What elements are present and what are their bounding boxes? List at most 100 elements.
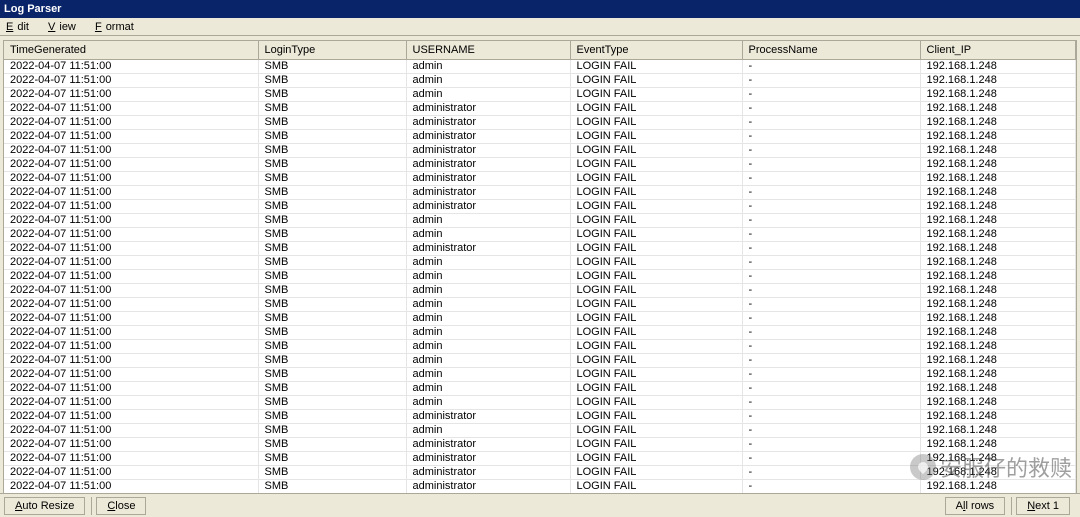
table-row[interactable]: 2022-04-07 11:51:00SMBadministratorLOGIN…: [4, 437, 1076, 451]
table-row[interactable]: 2022-04-07 11:51:00SMBadminLOGIN FAIL-19…: [4, 381, 1076, 395]
cell-ip: 192.168.1.248: [920, 465, 1076, 479]
cell-ip: 192.168.1.248: [920, 367, 1076, 381]
cell-login: SMB: [258, 339, 406, 353]
cell-ip: 192.168.1.248: [920, 101, 1076, 115]
col-header-ip[interactable]: Client_IP: [920, 41, 1076, 59]
table-row[interactable]: 2022-04-07 11:51:00SMBadminLOGIN FAIL-19…: [4, 283, 1076, 297]
table-header-row: TimeGenerated LoginType USERNAME EventTy…: [4, 41, 1076, 59]
cell-time: 2022-04-07 11:51:00: [4, 185, 258, 199]
cell-time: 2022-04-07 11:51:00: [4, 311, 258, 325]
auto-resize-button[interactable]: Auto Resize: [4, 497, 85, 515]
all-rows-button[interactable]: All rows: [945, 497, 1006, 515]
close-button[interactable]: Close: [96, 497, 146, 515]
cell-proc: -: [742, 465, 920, 479]
cell-login: SMB: [258, 409, 406, 423]
table-row[interactable]: 2022-04-07 11:51:00SMBadminLOGIN FAIL-19…: [4, 311, 1076, 325]
cell-time: 2022-04-07 11:51:00: [4, 129, 258, 143]
table-row[interactable]: 2022-04-07 11:51:00SMBadminLOGIN FAIL-19…: [4, 423, 1076, 437]
table-row[interactable]: 2022-04-07 11:51:00SMBadministratorLOGIN…: [4, 241, 1076, 255]
cell-user: administrator: [406, 171, 570, 185]
table-row[interactable]: 2022-04-07 11:51:00SMBadminLOGIN FAIL-19…: [4, 213, 1076, 227]
cell-proc: -: [742, 129, 920, 143]
cell-ip: 192.168.1.248: [920, 255, 1076, 269]
table-row[interactable]: 2022-04-07 11:51:00SMBadministratorLOGIN…: [4, 185, 1076, 199]
cell-user: admin: [406, 353, 570, 367]
table-row[interactable]: 2022-04-07 11:51:00SMBadminLOGIN FAIL-19…: [4, 395, 1076, 409]
cell-proc: -: [742, 199, 920, 213]
col-header-user[interactable]: USERNAME: [406, 41, 570, 59]
cell-login: SMB: [258, 241, 406, 255]
cell-proc: -: [742, 227, 920, 241]
cell-event: LOGIN FAIL: [570, 353, 742, 367]
menu-edit[interactable]: Edit: [2, 18, 41, 36]
table-row[interactable]: 2022-04-07 11:51:00SMBadminLOGIN FAIL-19…: [4, 353, 1076, 367]
log-table: TimeGenerated LoginType USERNAME EventTy…: [4, 41, 1076, 494]
cell-event: LOGIN FAIL: [570, 73, 742, 87]
table-row[interactable]: 2022-04-07 11:51:00SMBadminLOGIN FAIL-19…: [4, 325, 1076, 339]
cell-proc: -: [742, 241, 920, 255]
table-row[interactable]: 2022-04-07 11:51:00SMBadministratorLOGIN…: [4, 115, 1076, 129]
cell-proc: -: [742, 325, 920, 339]
cell-time: 2022-04-07 11:51:00: [4, 241, 258, 255]
cell-user: admin: [406, 227, 570, 241]
table-row[interactable]: 2022-04-07 11:51:00SMBadminLOGIN FAIL-19…: [4, 367, 1076, 381]
cell-ip: 192.168.1.248: [920, 87, 1076, 101]
table-row[interactable]: 2022-04-07 11:51:00SMBadministratorLOGIN…: [4, 465, 1076, 479]
cell-user: admin: [406, 73, 570, 87]
cell-user: administrator: [406, 129, 570, 143]
table-row[interactable]: 2022-04-07 11:51:00SMBadminLOGIN FAIL-19…: [4, 73, 1076, 87]
cell-login: SMB: [258, 255, 406, 269]
menu-format[interactable]: Format: [91, 18, 146, 36]
table-row[interactable]: 2022-04-07 11:51:00SMBadministratorLOGIN…: [4, 129, 1076, 143]
cell-user: admin: [406, 297, 570, 311]
cell-user: administrator: [406, 115, 570, 129]
cell-login: SMB: [258, 395, 406, 409]
table-row[interactable]: 2022-04-07 11:51:00SMBadminLOGIN FAIL-19…: [4, 59, 1076, 73]
cell-ip: 192.168.1.248: [920, 199, 1076, 213]
col-header-time[interactable]: TimeGenerated: [4, 41, 258, 59]
col-header-proc[interactable]: ProcessName: [742, 41, 920, 59]
cell-time: 2022-04-07 11:51:00: [4, 325, 258, 339]
next-button[interactable]: Next 1: [1016, 497, 1070, 515]
cell-ip: 192.168.1.248: [920, 115, 1076, 129]
cell-proc: -: [742, 269, 920, 283]
table-row[interactable]: 2022-04-07 11:51:00SMBadminLOGIN FAIL-19…: [4, 255, 1076, 269]
cell-proc: -: [742, 395, 920, 409]
cell-time: 2022-04-07 11:51:00: [4, 353, 258, 367]
cell-user: admin: [406, 381, 570, 395]
table-row[interactable]: 2022-04-07 11:51:00SMBadminLOGIN FAIL-19…: [4, 339, 1076, 353]
table-row[interactable]: 2022-04-07 11:51:00SMBadminLOGIN FAIL-19…: [4, 269, 1076, 283]
cell-login: SMB: [258, 283, 406, 297]
cell-time: 2022-04-07 11:51:00: [4, 199, 258, 213]
table-row[interactable]: 2022-04-07 11:51:00SMBadminLOGIN FAIL-19…: [4, 227, 1076, 241]
table-row[interactable]: 2022-04-07 11:51:00SMBadministratorLOGIN…: [4, 409, 1076, 423]
cell-login: SMB: [258, 143, 406, 157]
cell-ip: 192.168.1.248: [920, 171, 1076, 185]
table-row[interactable]: 2022-04-07 11:51:00SMBadministratorLOGIN…: [4, 101, 1076, 115]
cell-login: SMB: [258, 199, 406, 213]
cell-event: LOGIN FAIL: [570, 115, 742, 129]
cell-time: 2022-04-07 11:51:00: [4, 269, 258, 283]
cell-login: SMB: [258, 87, 406, 101]
cell-proc: -: [742, 451, 920, 465]
col-header-event[interactable]: EventType: [570, 41, 742, 59]
table-row[interactable]: 2022-04-07 11:51:00SMBadministratorLOGIN…: [4, 451, 1076, 465]
table-row[interactable]: 2022-04-07 11:51:00SMBadminLOGIN FAIL-19…: [4, 87, 1076, 101]
table-row[interactable]: 2022-04-07 11:51:00SMBadminLOGIN FAIL-19…: [4, 297, 1076, 311]
cell-user: admin: [406, 423, 570, 437]
table-row[interactable]: 2022-04-07 11:51:00SMBadministratorLOGIN…: [4, 171, 1076, 185]
col-header-login[interactable]: LoginType: [258, 41, 406, 59]
cell-user: administrator: [406, 437, 570, 451]
cell-ip: 192.168.1.248: [920, 395, 1076, 409]
table-row[interactable]: 2022-04-07 11:51:00SMBadministratorLOGIN…: [4, 199, 1076, 213]
cell-event: LOGIN FAIL: [570, 185, 742, 199]
table-row[interactable]: 2022-04-07 11:51:00SMBadministratorLOGIN…: [4, 143, 1076, 157]
cell-ip: 192.168.1.248: [920, 311, 1076, 325]
table-row[interactable]: 2022-04-07 11:51:00SMBadministratorLOGIN…: [4, 479, 1076, 493]
cell-event: LOGIN FAIL: [570, 395, 742, 409]
cell-ip: 192.168.1.248: [920, 409, 1076, 423]
table-row[interactable]: 2022-04-07 11:51:00SMBadministratorLOGIN…: [4, 157, 1076, 171]
window-title: Log Parser: [0, 0, 1080, 18]
cell-ip: 192.168.1.248: [920, 339, 1076, 353]
menu-view[interactable]: View: [44, 18, 88, 36]
